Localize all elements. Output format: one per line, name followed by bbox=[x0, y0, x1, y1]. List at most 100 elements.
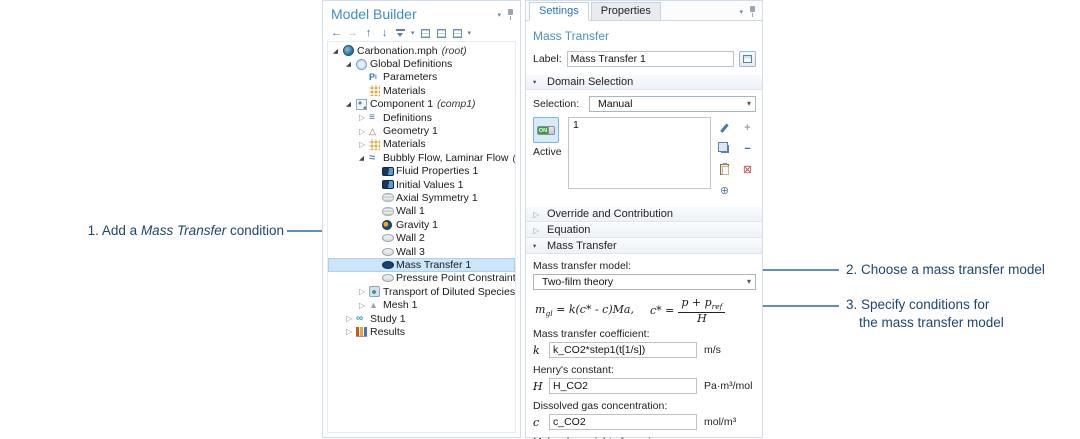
dropdown-caret-icon: ▾ bbox=[747, 277, 751, 286]
mass-transfer-coefficient-input[interactable] bbox=[549, 342, 697, 358]
tab-settings[interactable]: Settings bbox=[529, 2, 589, 21]
mesh-icon: ▲ bbox=[369, 300, 382, 310]
tree-item-mass-transfer1[interactable]: Mass Transfer 1 bbox=[328, 258, 515, 271]
back-button[interactable]: ← bbox=[331, 27, 342, 39]
symbol-c: c bbox=[533, 416, 545, 429]
zoom-to-selection-button[interactable]: ⊕ bbox=[718, 182, 731, 199]
dropdown-caret-icon: ▾ bbox=[747, 99, 751, 108]
tree-item-gravity1[interactable]: Gravity 1 bbox=[328, 218, 515, 231]
domain-list-item[interactable]: 1 bbox=[573, 119, 706, 131]
pressure-point-constraint-icon bbox=[382, 274, 395, 282]
section-header-equation[interactable]: ▷ Equation bbox=[526, 222, 762, 238]
settings-section-title: Mass Transfer bbox=[533, 29, 762, 43]
domain-selection-list[interactable]: 1 bbox=[568, 117, 711, 189]
model-file-icon bbox=[343, 45, 356, 56]
node-order-down-icon bbox=[437, 29, 446, 38]
annotation-step2: 2. Choose a mass transfer model bbox=[846, 261, 1045, 279]
twisty-expanded-icon[interactable]: ◢ bbox=[332, 47, 343, 55]
annotation-step3-line2: the mass transfer model bbox=[859, 314, 1004, 332]
tree-item-parameters[interactable]: Pi Parameters bbox=[328, 71, 515, 84]
node-order-down-button[interactable] bbox=[436, 27, 447, 39]
henrys-constant-input[interactable] bbox=[549, 378, 697, 394]
tree-item-geometry1[interactable]: ▷ △ Geometry 1 bbox=[328, 124, 515, 137]
bubbly-flow-icon: ≈ bbox=[369, 152, 382, 164]
screenshot-root: 1. Add a Mass Transfer condition 2. Choo… bbox=[0, 0, 1080, 439]
remove-from-selection-button[interactable]: − bbox=[741, 140, 754, 157]
twisty-collapsed-icon[interactable]: ▷ bbox=[345, 314, 356, 323]
active-toggle-button[interactable]: ON bbox=[533, 117, 559, 143]
label-input[interactable] bbox=[567, 51, 734, 67]
move-up-button[interactable]: ↑ bbox=[363, 27, 374, 39]
tree-item-results[interactable]: ▷ Results bbox=[328, 325, 515, 338]
forward-button[interactable]: → bbox=[347, 27, 358, 39]
rename-button[interactable] bbox=[739, 51, 756, 67]
annotation-step1: 1. Add a Mass Transfer condition bbox=[52, 222, 284, 240]
add-to-selection-button[interactable]: + bbox=[741, 119, 754, 136]
tree-item-materials-component[interactable]: ▷ Materials bbox=[328, 138, 515, 151]
pin-icon[interactable] bbox=[507, 9, 514, 20]
mass-transfer-model-dropdown[interactable]: Two-film theory ▾ bbox=[533, 274, 756, 290]
tree-item-wall1[interactable]: Wall 1 bbox=[328, 205, 515, 218]
tree-item-bubbly-flow[interactable]: ◢ ≈ Bubbly Flow, Laminar Flow(bf) bbox=[328, 151, 515, 164]
twisty-collapsed-icon[interactable]: ▷ bbox=[358, 127, 369, 136]
symbol-H: H bbox=[533, 380, 545, 393]
unit-H: Pa·m³/mol bbox=[704, 380, 756, 392]
tree-item-initial-values1[interactable]: Initial Values 1 bbox=[328, 178, 515, 191]
tree-item-carbonation[interactable]: ◢ Carbonation.mph(root) bbox=[328, 44, 515, 57]
global-definitions-icon bbox=[356, 59, 369, 70]
annotation-step1-emphasis: Mass Transfer bbox=[141, 223, 226, 238]
definitions-icon: ≡ bbox=[369, 112, 382, 123]
twisty-expanded-icon[interactable]: ◢ bbox=[345, 60, 356, 68]
twisty-collapsed-icon[interactable]: ▷ bbox=[358, 287, 369, 296]
tree-item-study1[interactable]: ▷ ∞ Study 1 bbox=[328, 312, 515, 325]
fluid-properties-icon bbox=[382, 167, 395, 176]
pin-icon[interactable] bbox=[749, 6, 756, 17]
twisty-expanded-icon[interactable]: ◢ bbox=[358, 154, 369, 162]
copy-selection-button[interactable] bbox=[718, 140, 731, 157]
panel-menu-caret-icon[interactable]: ▾ bbox=[497, 11, 501, 19]
parameters-icon: Pi bbox=[369, 72, 382, 82]
panel-menu-caret-icon[interactable]: ▾ bbox=[739, 8, 743, 16]
selection-dropdown[interactable]: Manual ▾ bbox=[589, 96, 756, 112]
tree-item-global-definitions[interactable]: ◢ Global Definitions bbox=[328, 57, 515, 70]
paste-selection-button[interactable] bbox=[718, 161, 731, 178]
twisty-collapsed-icon[interactable]: ▷ bbox=[358, 140, 369, 149]
tree-item-transport-diluted-species[interactable]: ▷ Transport of Diluted Species(tds) bbox=[328, 285, 515, 298]
section-header-domain-selection[interactable]: ▾ Domain Selection bbox=[526, 74, 762, 90]
node-menu-caret-icon[interactable]: ▾ bbox=[468, 29, 472, 37]
twisty-collapsed-icon[interactable]: ▷ bbox=[358, 113, 369, 122]
collapse-all-icon bbox=[396, 29, 405, 38]
section-header-override[interactable]: ▷ Override and Contribution bbox=[526, 206, 762, 222]
tree-item-pressure-point-constraint1[interactable]: Pressure Point Constraint 1 bbox=[328, 272, 515, 285]
tree-item-fluid-properties1[interactable]: Fluid Properties 1 bbox=[328, 165, 515, 178]
section-expanded-icon: ▾ bbox=[533, 242, 541, 250]
twisty-collapsed-icon[interactable]: ▷ bbox=[345, 327, 356, 336]
field-caption-H: Henry's constant: bbox=[533, 364, 756, 376]
section-header-mass-transfer[interactable]: ▾ Mass Transfer bbox=[526, 238, 762, 254]
collapse-menu-caret-icon[interactable]: ▾ bbox=[411, 29, 415, 37]
tree-item-axial-symmetry1[interactable]: Axial Symmetry 1 bbox=[328, 191, 515, 204]
rename-icon bbox=[743, 55, 752, 63]
create-selection-button[interactable] bbox=[718, 119, 731, 136]
tab-properties[interactable]: Properties bbox=[591, 2, 661, 21]
node-order-up-icon bbox=[421, 29, 430, 38]
mass-transfer-model-caption: Mass transfer model: bbox=[533, 260, 756, 272]
dissolved-gas-concentration-input[interactable] bbox=[549, 414, 697, 430]
twisty-expanded-icon[interactable]: ◢ bbox=[345, 100, 356, 108]
tree-item-wall2[interactable]: Wall 2 bbox=[328, 231, 515, 244]
annotation-step3-line1: 3. Specify conditions for bbox=[846, 296, 989, 314]
tree-item-component1[interactable]: ◢ Component 1(comp1) bbox=[328, 98, 515, 111]
wall-icon bbox=[382, 207, 395, 216]
twisty-collapsed-icon[interactable]: ▷ bbox=[358, 301, 369, 310]
clear-selection-button[interactable]: ⊠ bbox=[741, 161, 754, 178]
model-builder-title: Model Builder bbox=[331, 6, 417, 22]
node-group-button[interactable] bbox=[452, 27, 463, 39]
tree-item-wall3[interactable]: Wall 3 bbox=[328, 245, 515, 258]
node-order-up-button[interactable] bbox=[420, 27, 431, 39]
tree-item-mesh1[interactable]: ▷ ▲ Mesh 1 bbox=[328, 298, 515, 311]
collapse-all-button[interactable] bbox=[395, 27, 406, 39]
move-down-button[interactable]: ↓ bbox=[379, 27, 390, 39]
tree-item-materials-global[interactable]: Materials bbox=[328, 84, 515, 97]
model-builder-header: Model Builder ▾ bbox=[323, 1, 520, 24]
tree-item-definitions[interactable]: ▷ ≡ Definitions bbox=[328, 111, 515, 124]
